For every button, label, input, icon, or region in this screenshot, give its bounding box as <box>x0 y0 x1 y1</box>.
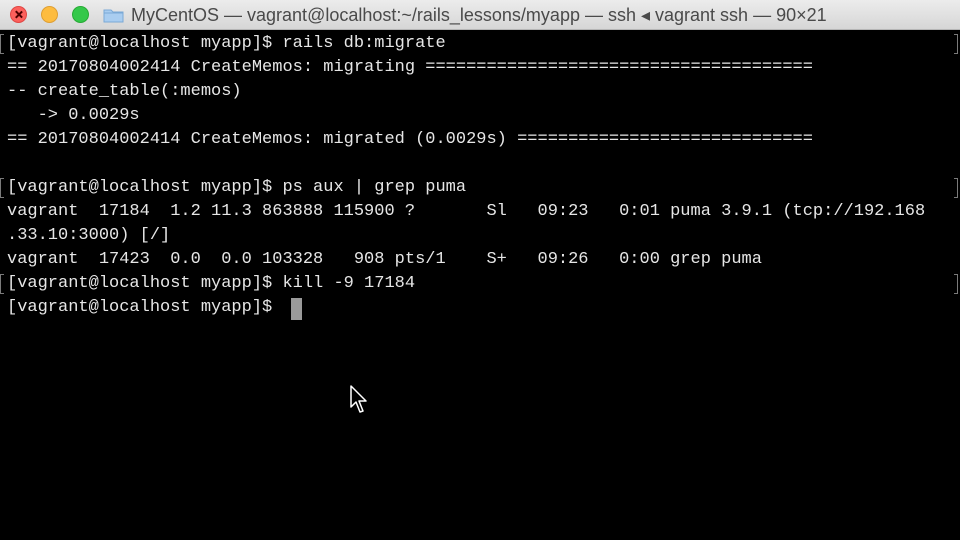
folder-icon <box>103 9 124 23</box>
terminal-line-7: [vagrant@localhost myapp]$ ps aux | grep… <box>7 178 467 197</box>
terminal-line-12: [vagrant@localhost myapp]$ <box>7 298 283 317</box>
terminal-line-11: [vagrant@localhost myapp]$ kill -9 17184 <box>7 274 416 293</box>
terminal-line-2: == 20170804002414 CreateMemos: migrating… <box>7 58 813 77</box>
prompt-mark-right <box>954 34 958 54</box>
terminal-line-9: .33.10:3000) [/] <box>7 226 171 245</box>
prompt-mark <box>0 274 4 294</box>
zoom-button[interactable] <box>72 6 89 23</box>
minimize-button[interactable] <box>41 6 58 23</box>
mouse-pointer-icon <box>350 385 367 413</box>
terminal-line-10: vagrant 17423 0.0 0.0 103328 908 pts/1 S… <box>7 250 762 269</box>
window-title: MyCentOS — vagrant@localhost:~/rails_les… <box>131 5 827 25</box>
close-button[interactable] <box>10 6 27 23</box>
title-bar[interactable]: MyCentOS — vagrant@localhost:~/rails_les… <box>0 0 960 30</box>
prompt-mark <box>0 178 4 198</box>
terminal-line-5: == 20170804002414 CreateMemos: migrated … <box>7 130 813 149</box>
terminal-window: MyCentOS — vagrant@localhost:~/rails_les… <box>0 0 960 540</box>
terminal-line-3: -- create_table(:memos) <box>7 82 242 101</box>
terminal-line-1: [vagrant@localhost myapp]$ rails db:migr… <box>7 34 446 53</box>
terminal-content[interactable]: [vagrant@localhost myapp]$ rails db:migr… <box>0 30 960 540</box>
prompt-mark-right <box>954 274 958 294</box>
prompt-mark-right <box>954 178 958 198</box>
terminal-line-8: vagrant 17184 1.2 11.3 863888 115900 ? S… <box>7 202 926 221</box>
terminal-line-4: -> 0.0029s <box>7 106 140 125</box>
prompt-mark <box>0 34 4 54</box>
text-cursor <box>291 298 302 320</box>
